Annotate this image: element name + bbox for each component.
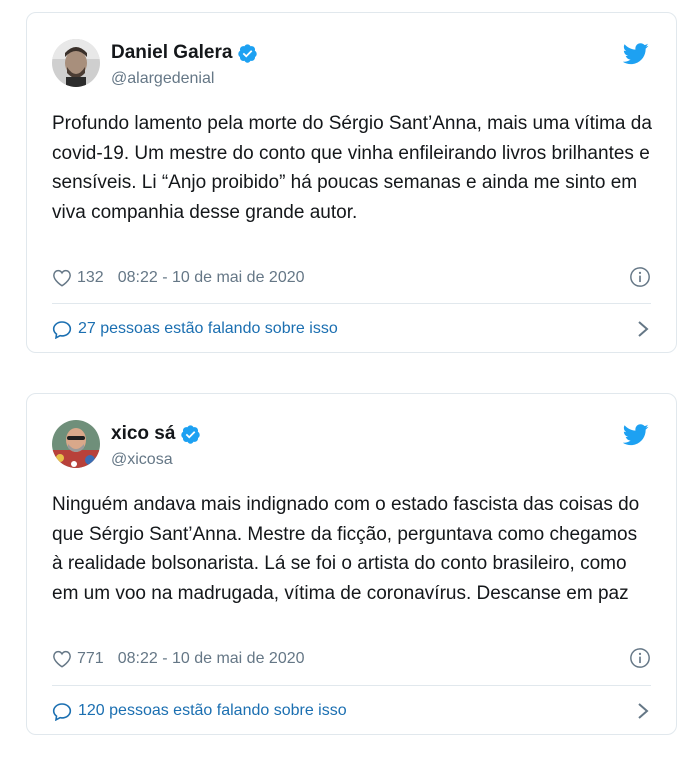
conversation-label: 120 pessoas estão falando sobre isso	[78, 702, 347, 719]
author-handle[interactable]: @xicosa	[111, 451, 201, 469]
author-avatar[interactable]	[52, 420, 100, 468]
conversation-label: 27 pessoas estão falando sobre isso	[78, 320, 338, 337]
tweet-timestamp[interactable]: 08:22 - 10 de mai de 2020	[118, 269, 305, 287]
tweet-meta: 771 08:22 - 10 de mai de 2020	[52, 647, 651, 671]
speech-bubble-icon	[52, 320, 72, 339]
tweet-header: Daniel Galera @alargedenial	[52, 39, 651, 89]
tweet-card: Daniel Galera @alargedenial Profundo lam…	[26, 12, 677, 353]
like-count[interactable]: 771	[77, 650, 104, 668]
tweet-card: xico sá @xicosa Ninguém andava mais indi…	[26, 393, 677, 735]
tweet-meta: 132 08:22 - 10 de mai de 2020	[52, 266, 651, 290]
tweet-text: Profundo lamento pela morte do Sérgio Sa…	[52, 113, 652, 223]
chevron-right-icon	[638, 703, 649, 719]
speech-bubble-icon	[52, 702, 72, 721]
like-count[interactable]: 132	[77, 269, 104, 287]
twitter-bird-icon[interactable]	[623, 43, 649, 65]
author-avatar[interactable]	[52, 39, 100, 87]
verified-badge-icon	[238, 43, 258, 63]
chevron-right-icon	[638, 321, 649, 337]
author-name[interactable]: Daniel Galera	[111, 42, 232, 64]
verified-badge-icon	[181, 424, 201, 444]
conversation-link[interactable]: 120 pessoas estão falando sobre isso	[52, 686, 651, 736]
heart-icon[interactable]	[52, 269, 72, 287]
heart-icon[interactable]	[52, 650, 72, 668]
info-icon[interactable]	[629, 647, 651, 669]
author-name[interactable]: xico sá	[111, 423, 175, 445]
info-icon[interactable]	[629, 266, 651, 288]
conversation-link[interactable]: 27 pessoas estão falando sobre isso	[52, 304, 651, 354]
tweet-header: xico sá @xicosa	[52, 420, 651, 470]
tweet-timestamp[interactable]: 08:22 - 10 de mai de 2020	[118, 650, 305, 668]
tweet-text: Ninguém andava mais indignado com o esta…	[52, 494, 640, 604]
author-handle[interactable]: @alargedenial	[111, 70, 258, 88]
twitter-bird-icon[interactable]	[623, 424, 649, 446]
